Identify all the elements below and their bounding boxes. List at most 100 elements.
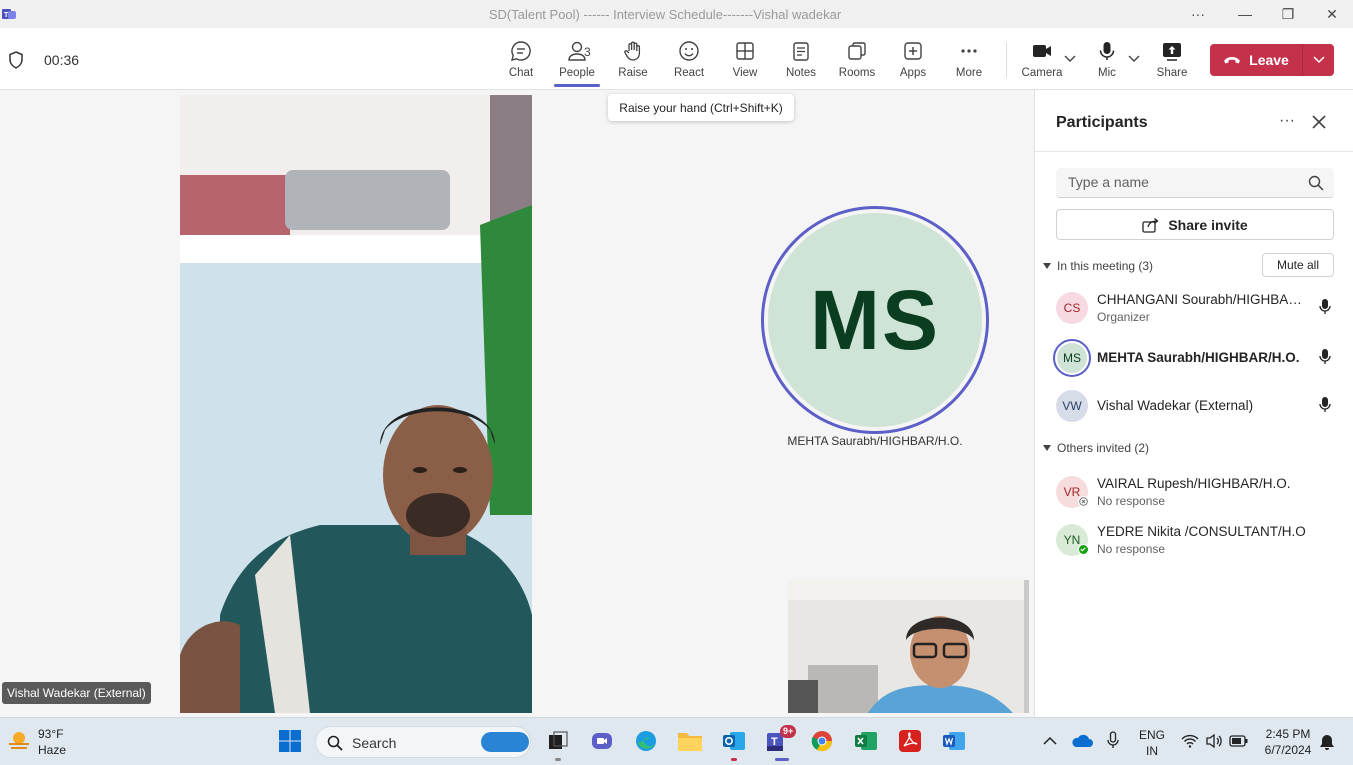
task-view-icon [549,731,568,749]
camera-icon [1033,45,1051,57]
people-button[interactable]: People [552,40,602,84]
chat-label: Chat [508,67,534,79]
search-input[interactable] [1056,168,1296,196]
hand-icon [624,41,641,61]
mic-label: Mic [1098,67,1116,79]
others-invited-header: Others invited (2) [1057,441,1150,455]
grid-view-icon [736,42,754,60]
teams-notification-badge: 9+ [780,725,797,738]
invited-row[interactable]: VR VAIRAL Rupesh/HIGHBAR/H.O. No respons… [1056,472,1346,512]
video-feed-image [180,95,532,713]
microphone-in-use-icon[interactable] [1107,731,1119,751]
excel-button[interactable] [853,728,879,754]
speaker-avatar-ring[interactable]: MS [761,206,989,434]
participant-row[interactable]: CS CHHANGANI Sourabh/HIGHBAR/H.O. Organi… [1056,288,1346,328]
weather-widget[interactable]: 93°F Haze [6,727,66,758]
title-bar: T SD(Talent Pool) ------ Interview Sched… [0,0,1353,28]
share-invite-button[interactable]: Share invite [1056,209,1334,240]
show-hidden-icons-chevron-icon[interactable] [1043,736,1057,746]
window-more-button[interactable]: ··· [1184,4,1212,24]
window-title: SD(Talent Pool) ------ Interview Schedul… [488,7,842,22]
available-status-icon [1078,544,1089,555]
share-screen-icon [1163,43,1181,61]
minimize-button[interactable]: — [1231,4,1259,24]
acrobat-button[interactable] [897,728,923,754]
participants-panel: Participants ··· Share invite In this me… [1034,90,1353,717]
word-icon [943,732,965,750]
chrome-button[interactable] [809,728,835,754]
chat-icon [511,41,531,61]
camera-options-chevron-icon[interactable] [1064,55,1076,63]
rooms-icon [848,42,866,60]
windows-start-button[interactable] [277,728,303,754]
share-button[interactable]: Share [1147,40,1197,84]
leave-options-button[interactable] [1303,56,1334,64]
panel-title: Participants [1056,114,1148,131]
search-icon[interactable] [1308,175,1324,191]
people-label: People [559,67,595,79]
react-button[interactable]: React [664,40,714,84]
raise-hand-button[interactable]: Raise [608,40,658,84]
participant-row[interactable]: MS MEHTA Saurabh/HIGHBAR/H.O. [1053,338,1346,378]
microphone-icon [1099,42,1115,60]
onedrive-cloud-icon[interactable] [1071,733,1093,749]
windows-logo-icon [279,730,301,752]
active-tab-indicator [554,84,600,87]
teams-chat-taskbar-button[interactable] [589,728,615,754]
restore-button[interactable]: ❐ [1274,4,1302,24]
participant-video-vishal[interactable] [180,95,532,713]
raise-label: Raise [618,67,648,79]
haze-sun-icon [9,732,29,749]
invitee-status: No response [1097,542,1166,556]
more-button[interactable]: More [944,40,994,84]
view-button[interactable]: View [720,40,770,84]
camera-button[interactable]: Camera [1017,40,1067,84]
mic-options-chevron-icon[interactable] [1128,55,1140,63]
view-label: View [732,67,758,79]
rooms-button[interactable]: Rooms [832,40,882,84]
mute-all-button[interactable]: Mute all [1262,253,1334,277]
avatar: MS [1053,339,1091,377]
chat-button[interactable]: Chat [496,40,546,84]
notes-button[interactable]: Notes [776,40,826,84]
invitee-status: No response [1097,494,1166,508]
volume-icon[interactable] [1205,733,1223,749]
word-button[interactable] [941,728,967,754]
apps-button[interactable]: Apps [888,40,938,84]
task-view-button[interactable] [545,728,571,754]
mic-button[interactable]: Mic [1082,40,1132,84]
self-view-image [788,580,1029,713]
panel-more-icon[interactable]: ··· [1277,112,1297,132]
input-language[interactable]: ENG [1136,728,1168,742]
chevron-down-icon [1312,56,1325,64]
taskbar-search[interactable]: Search [315,726,531,758]
clock-date[interactable]: 6/7/2024 [1256,743,1320,757]
in-meeting-section-toggle[interactable]: In this meeting (3) [1043,259,1153,273]
leave-label: Leave [1249,52,1289,68]
edge-browser-button[interactable] [633,728,659,754]
self-view-video[interactable] [788,580,1029,713]
file-explorer-button[interactable] [677,728,703,754]
teams-button[interactable]: T 9+ [765,725,797,754]
running-indicator [555,758,561,761]
share-invite-icon [1142,217,1159,233]
speaker-avatar: MS [768,213,982,427]
more-horizontal-icon [961,49,977,53]
running-indicator [731,758,737,761]
invited-row[interactable]: YN YEDRE Nikita /CONSULTANT/H.O No respo… [1056,520,1346,560]
close-icon[interactable] [1309,112,1329,132]
notification-bell-icon[interactable] [1319,733,1335,751]
close-window-button[interactable]: ✕ [1318,4,1346,24]
outlook-button[interactable] [721,728,747,754]
clock-time[interactable]: 2:45 PM [1258,727,1318,741]
taskbar-search-label: Search [352,735,397,751]
battery-icon[interactable] [1229,734,1249,748]
invitee-name: VAIRAL Rupesh/HIGHBAR/H.O. [1097,476,1291,491]
leave-button[interactable]: Leave [1210,44,1302,76]
participant-role: Organizer [1097,310,1150,324]
wifi-icon[interactable] [1181,734,1199,748]
search-highlight-image [481,732,529,752]
meeting-timer: 00:36 [44,52,80,68]
others-invited-section-toggle[interactable]: Others invited (2) [1043,441,1149,455]
participant-row[interactable]: VW Vishal Wadekar (External) [1056,386,1346,426]
